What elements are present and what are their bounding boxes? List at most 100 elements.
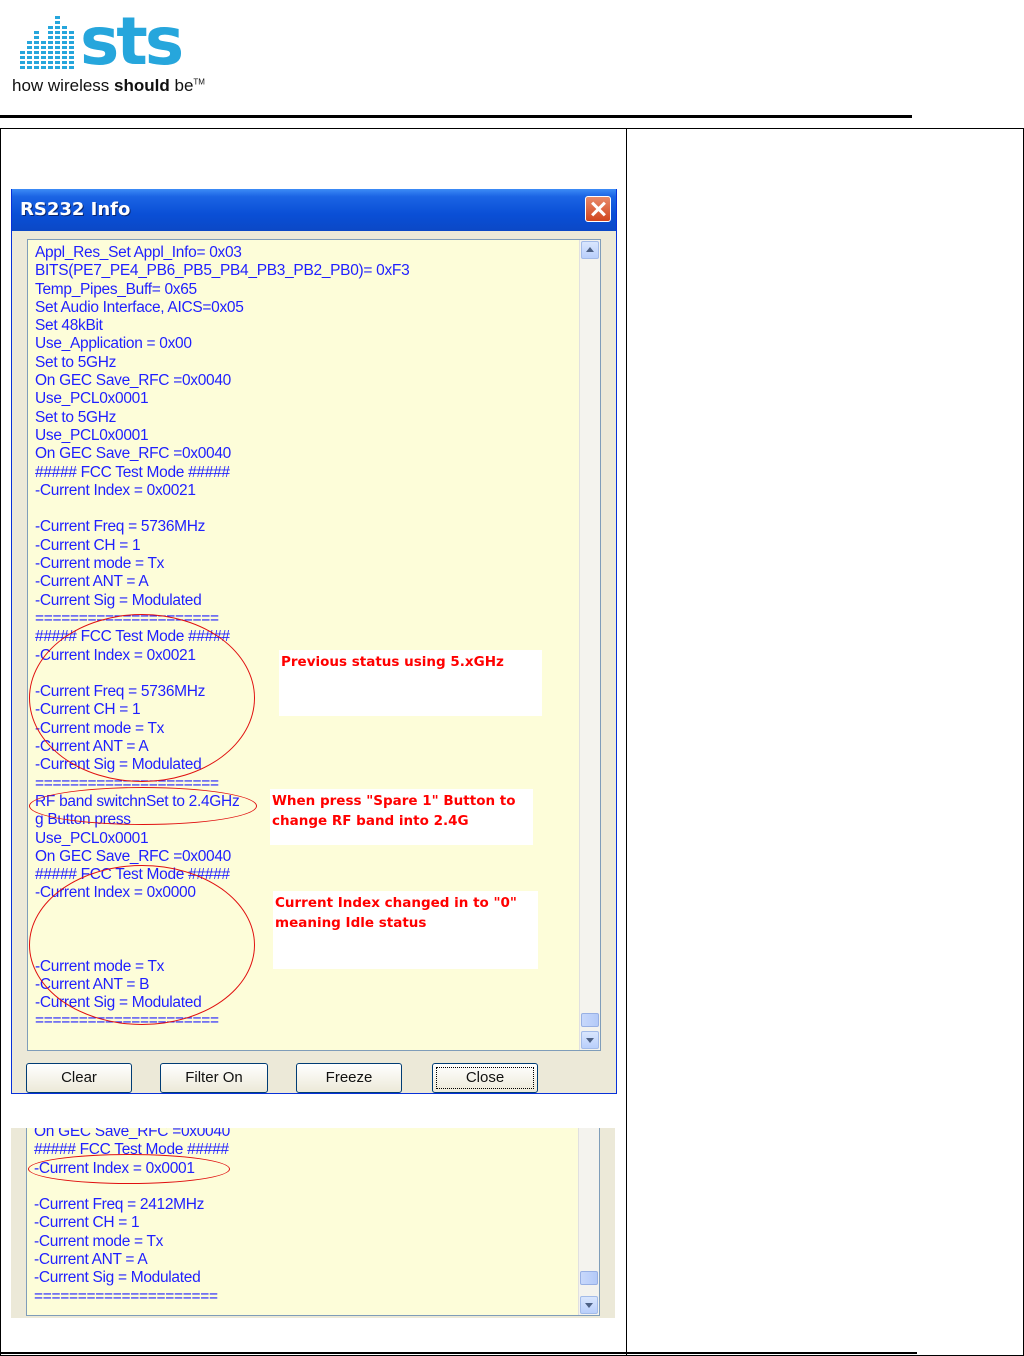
logo-bar-dot	[27, 66, 32, 69]
log2-line: =====================	[34, 1287, 218, 1305]
tagline-part-2: be	[169, 76, 194, 95]
log-line: Temp_Pipes_Buff= 0x65	[35, 280, 197, 298]
log-line: Set 48kBit	[35, 317, 103, 335]
logo-bar-dot	[62, 41, 67, 44]
logo-bar-dot	[27, 46, 32, 49]
scroll-down-arrow-icon[interactable]	[581, 1031, 599, 1049]
filter-on-button[interactable]: Filter On	[160, 1063, 268, 1093]
vertical-scrollbar-2[interactable]	[578, 1128, 599, 1315]
log2-line: -Current Freq = 2412MHz	[34, 1196, 205, 1214]
logo-bar-dot	[55, 46, 60, 49]
highlight-ellipse-idle	[29, 865, 255, 1025]
log2-line: -Current mode = Tx	[34, 1232, 164, 1250]
logo-bar-dot	[20, 51, 25, 54]
highlight-ellipse-rf-band	[29, 787, 257, 825]
logo-bar-dot	[55, 51, 60, 54]
rs232-info-window: RS232 Info Appl_Res_Set Appl_Info= 0x03 B…	[11, 189, 617, 1094]
logo-bar-dot	[62, 31, 67, 34]
logo-bar-dot	[48, 51, 53, 54]
tagline: how wireless should beTM	[12, 76, 205, 96]
log2-line: -Current Sig = Modulated	[34, 1269, 201, 1287]
logo-bar-dot	[27, 51, 32, 54]
highlight-ellipse-index	[28, 1154, 230, 1184]
window-title: RS232 Info	[20, 199, 131, 220]
logo-bar-dot	[34, 36, 39, 39]
log-line: -Current CH = 1	[35, 536, 141, 554]
logo-bar-dot	[69, 36, 74, 39]
logo-bar-dot	[27, 61, 32, 64]
footer-rule	[0, 1352, 917, 1354]
log-line: Use_Application = 0x00	[35, 335, 192, 353]
logo-bar-dot	[41, 56, 46, 59]
logo-wordmark: sts	[80, 8, 182, 70]
log-line: Use_PCL0x0001	[35, 390, 149, 408]
logo-bar-dot	[20, 56, 25, 59]
logo-bar-dot	[62, 46, 67, 49]
annotation-spare-button: When press "Spare 1" Button to change RF…	[270, 789, 533, 845]
scroll-thumb[interactable]	[581, 1013, 599, 1027]
log-line: -Current ANT = A	[35, 573, 149, 591]
header-rule	[0, 115, 912, 118]
close-button[interactable]: Close	[432, 1063, 538, 1093]
log-line: -Current mode = Tx	[35, 555, 165, 573]
logo-bar-dot	[34, 46, 39, 49]
logo-bar-dot	[48, 66, 53, 69]
logo-bar-dot	[69, 61, 74, 64]
log-line: BITS(PE7_PE4_PB6_PB5_PB4_PB3_PB2_PB0)= 0…	[35, 262, 410, 280]
logo-bar-dot	[41, 61, 46, 64]
log-line: -Current Freq = 5736MHz	[35, 518, 206, 536]
log2-line: On GEC Save_RFC =0x0040	[34, 1128, 230, 1140]
logo-bar-dot	[48, 36, 53, 39]
vertical-scrollbar[interactable]	[579, 240, 600, 1050]
annotation-previous-status: Previous status using 5.xGHz	[279, 650, 542, 716]
logo-bar-dot	[48, 41, 53, 44]
log-line: Set to 5GHz	[35, 353, 117, 371]
logo-bar-dot	[55, 61, 60, 64]
logo-bar-dot	[62, 61, 67, 64]
logo-bar-dot	[41, 66, 46, 69]
scroll-up-arrow-icon[interactable]	[581, 241, 599, 259]
logo-bar-dot	[48, 56, 53, 59]
logo-bar-dot	[27, 41, 32, 44]
freeze-button[interactable]: Freeze	[296, 1063, 402, 1093]
logo-bar-dot	[34, 41, 39, 44]
logo-bar-dot	[55, 21, 60, 24]
logo-bar-dot	[20, 66, 25, 69]
logo-bar-dot	[62, 36, 67, 39]
logo-bar-dot	[41, 51, 46, 54]
logo-bar-dot	[55, 56, 60, 59]
logo-bar-dot	[69, 66, 74, 69]
logo-bar-dot	[69, 41, 74, 44]
logo-bar-dot	[48, 61, 53, 64]
logo-bar-dot	[20, 61, 25, 64]
logo-bar-dot	[69, 51, 74, 54]
log-line: Use_PCL0x0001	[35, 426, 149, 444]
sts-logo: sts	[20, 8, 185, 70]
logo-bar-dot	[69, 46, 74, 49]
logo-bar-dot	[62, 51, 67, 54]
tagline-bold: should	[114, 76, 170, 95]
logo-bar-dot	[34, 66, 39, 69]
logo-bar-dot	[27, 56, 32, 59]
logo-bar-dot	[34, 61, 39, 64]
logo-bar-dot	[48, 31, 53, 34]
logo-bar-dot	[55, 31, 60, 34]
scroll-down-arrow-icon-2[interactable]	[580, 1296, 598, 1314]
scroll-thumb-2[interactable]	[580, 1271, 598, 1285]
trademark-mark: TM	[193, 77, 205, 87]
logo-bar-dot	[48, 46, 53, 49]
log-line: Set to 5GHz	[35, 408, 117, 426]
log-line: -Current Index = 0x0021	[35, 481, 196, 499]
logo-bar-dot	[34, 51, 39, 54]
logo-bar-dot	[55, 41, 60, 44]
column-divider	[626, 129, 627, 1355]
rs232-info-window-crop: On GEC Save_RFC =0x0040 ##### FCC Test Mo…	[11, 1128, 615, 1318]
log2-line: -Current ANT = A	[34, 1251, 148, 1269]
highlight-ellipse-previous	[29, 614, 255, 782]
log-line: On GEC Save_RFC =0x0040	[35, 372, 231, 390]
close-window-icon[interactable]	[585, 196, 611, 222]
window-titlebar[interactable]: RS232 Info	[12, 189, 616, 231]
clear-button[interactable]: Clear	[26, 1063, 132, 1093]
logo-bar-dot	[55, 26, 60, 29]
